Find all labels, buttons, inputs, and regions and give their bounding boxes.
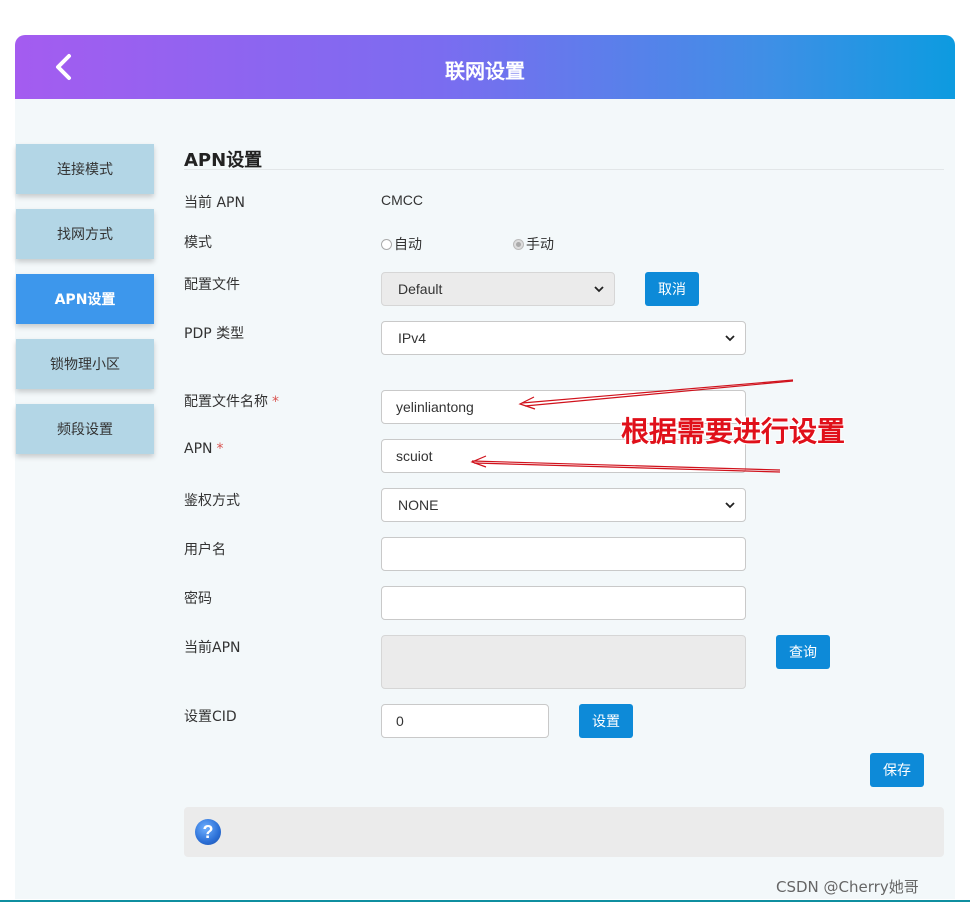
required-mark: * bbox=[272, 394, 279, 410]
header-bar: 联网设置 bbox=[15, 35, 955, 99]
apn-label-text: APN bbox=[184, 441, 213, 457]
apn-value: scuiot bbox=[396, 448, 433, 464]
profile-name-label-text: 配置文件名称 bbox=[184, 394, 268, 410]
current-apn-display-label: 当前APN bbox=[184, 640, 241, 656]
sidebar-item-lock-cell[interactable]: 锁物理小区 bbox=[16, 339, 154, 389]
cid-value: 0 bbox=[396, 713, 404, 729]
query-button[interactable]: 查询 bbox=[776, 635, 830, 669]
pdp-type-label: PDP 类型 bbox=[184, 326, 245, 342]
auth-method-value: NONE bbox=[398, 497, 439, 513]
section-divider bbox=[184, 169, 944, 170]
password-input[interactable] bbox=[381, 586, 746, 620]
cid-input[interactable]: 0 bbox=[381, 704, 549, 738]
radio-auto-circle[interactable] bbox=[381, 238, 392, 250]
profile-name-value: yelinliantong bbox=[396, 399, 474, 415]
watermark: CSDN @Cherry她哥 bbox=[776, 878, 919, 896]
current-apn-value: CMCC bbox=[381, 192, 423, 208]
profile-select[interactable]: Default bbox=[381, 272, 615, 306]
question-icon[interactable]: ? bbox=[195, 819, 221, 845]
radio-manual-circle[interactable] bbox=[513, 238, 524, 250]
mode-manual-radio[interactable]: 手动 bbox=[513, 234, 554, 254]
auth-method-select[interactable]: NONE bbox=[381, 488, 746, 522]
mode-auto-radio[interactable]: 自动 bbox=[381, 234, 422, 254]
pdp-type-value: IPv4 bbox=[398, 330, 427, 346]
chevron-down-icon bbox=[725, 502, 735, 509]
username-input[interactable] bbox=[381, 537, 746, 571]
cancel-button[interactable]: 取消 bbox=[645, 272, 699, 306]
page-title: 联网设置 bbox=[445, 59, 525, 83]
sidebar-item-network-search[interactable]: 找网方式 bbox=[16, 209, 154, 259]
password-label: 密码 bbox=[184, 591, 212, 607]
required-mark: * bbox=[216, 441, 224, 457]
save-button[interactable]: 保存 bbox=[870, 753, 924, 787]
apn-label: APN * bbox=[184, 441, 224, 457]
auth-method-label: 鉴权方式 bbox=[184, 493, 240, 509]
profile-name-label: 配置文件名称 * bbox=[184, 391, 279, 411]
pdp-type-select[interactable]: IPv4 bbox=[381, 321, 746, 355]
mode-label: 模式 bbox=[184, 235, 212, 251]
help-bar: ? bbox=[184, 807, 944, 857]
chevron-down-icon bbox=[594, 286, 604, 293]
mode-manual-label: 手动 bbox=[526, 237, 554, 253]
current-apn-label: 当前 APN bbox=[184, 195, 245, 211]
username-label: 用户名 bbox=[184, 542, 226, 558]
cid-label: 设置CID bbox=[184, 709, 237, 725]
mode-auto-label: 自动 bbox=[394, 237, 422, 253]
sidebar-item-band-settings[interactable]: 频段设置 bbox=[16, 404, 154, 454]
bottom-border bbox=[0, 900, 970, 902]
profile-label: 配置文件 bbox=[184, 277, 240, 293]
profile-select-value: Default bbox=[398, 281, 443, 297]
annotation-text: 根据需要进行设置 bbox=[621, 415, 846, 448]
sidebar-item-connection-mode[interactable]: 连接模式 bbox=[16, 144, 154, 194]
sidebar-item-apn-settings[interactable]: APN设置 bbox=[16, 274, 154, 324]
chevron-down-icon bbox=[725, 335, 735, 342]
current-apn-display bbox=[381, 635, 746, 689]
set-cid-button[interactable]: 设置 bbox=[579, 704, 633, 738]
